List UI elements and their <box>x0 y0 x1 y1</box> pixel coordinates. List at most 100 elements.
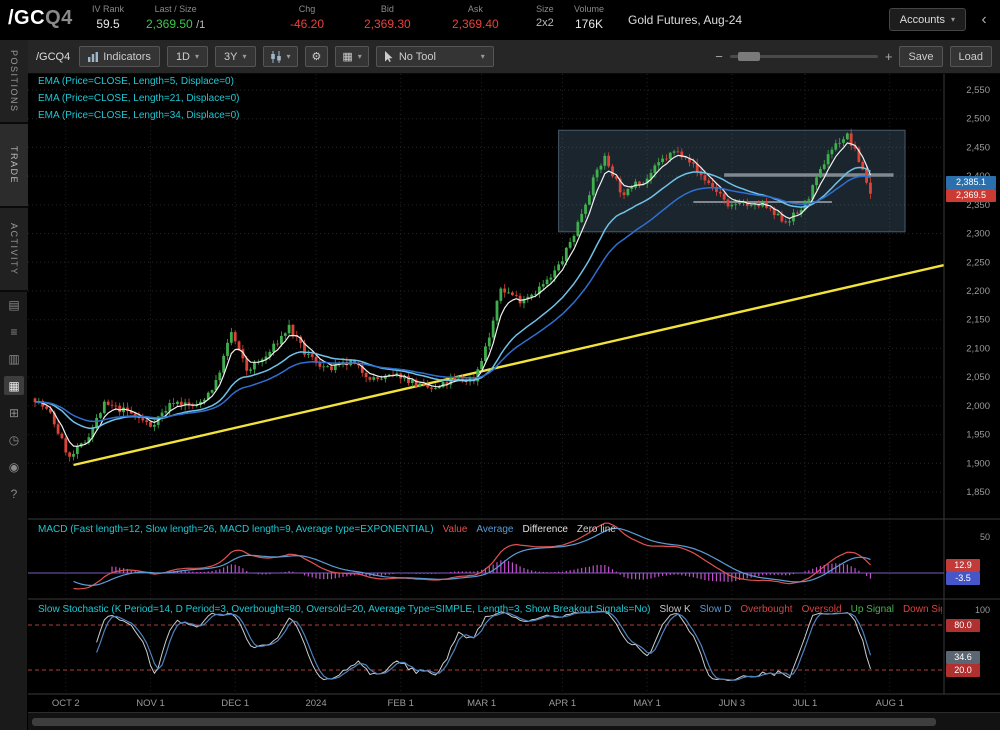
timeframe-dropdown[interactable]: 1D ▾ <box>166 46 209 67</box>
svg-text:1,950: 1,950 <box>966 430 990 441</box>
legend-item: Value <box>442 524 468 535</box>
list-icon[interactable]: ≡ <box>4 322 24 341</box>
chevron-left-icon: ‹ <box>981 10 987 28</box>
field-label: Ask <box>467 4 483 14</box>
apps-icon[interactable]: ⊞ <box>4 403 24 422</box>
stoch-study-row: Slow Stochastic (K Period=14, D Period=3… <box>38 604 942 615</box>
field-label: Volume <box>574 4 605 14</box>
study-label-ema21[interactable]: EMA (Price=CLOSE, Length=21, Displace=0) <box>38 93 240 104</box>
svg-text:NOV 1: NOV 1 <box>136 698 165 709</box>
svg-text:FEB 1: FEB 1 <box>388 698 414 709</box>
stoch-overbought-badge: 80.0 <box>946 619 980 632</box>
drawing-tool-dropdown[interactable]: No Tool ▾ <box>375 46 494 67</box>
svg-text:2,300: 2,300 <box>966 229 990 240</box>
chevron-down-icon: ▾ <box>242 52 247 61</box>
scrollbar-thumb[interactable] <box>32 718 936 726</box>
indicator-bars-icon <box>88 51 99 62</box>
horizontal-scrollbar[interactable] <box>28 712 1000 730</box>
chevron-down-icon: ▾ <box>195 52 200 61</box>
accounts-dropdown[interactable]: Accounts ▾ <box>888 8 966 31</box>
users-icon[interactable]: ◉ <box>4 457 24 476</box>
svg-text:2,150: 2,150 <box>966 315 990 326</box>
quote-header: /GCQ4 IV Rank 59.5 Last / Size 2,369.50 … <box>0 0 1000 40</box>
svg-text:AUG 1: AUG 1 <box>875 698 904 709</box>
stoch-oversold-badge: 20.0 <box>946 664 980 677</box>
svg-text:APR 1: APR 1 <box>549 698 576 709</box>
chart-type-dropdown[interactable]: ▾ <box>262 46 298 67</box>
clock-icon[interactable]: ◷ <box>4 430 24 449</box>
left-rail: POSITIONS TRADE ACTIVITY ▤ ≡ ▥ ▦ ⊞ ◷ ◉? <box>0 40 28 730</box>
sidebar-tab-activity[interactable]: ACTIVITY <box>0 208 28 292</box>
grid-layout-icon: ▦ <box>342 51 353 63</box>
field-label: Bid <box>380 4 394 14</box>
svg-text:JUL 1: JUL 1 <box>793 698 817 709</box>
study-label-ema5[interactable]: EMA (Price=CLOSE, Length=5, Displace=0) <box>38 76 234 87</box>
symbol-suffix: Q4 <box>45 7 73 29</box>
svg-text:2,550: 2,550 <box>966 85 990 96</box>
document-icon[interactable]: ▤ <box>4 295 24 314</box>
indicators-button[interactable]: Indicators <box>79 46 160 67</box>
load-button[interactable]: Load <box>949 46 992 67</box>
svg-text:2,500: 2,500 <box>966 114 990 125</box>
sidebar-tab-trade[interactable]: TRADE <box>0 124 28 208</box>
study-label-macd[interactable]: MACD (Fast length=12, Slow length=26, MA… <box>38 524 434 535</box>
svg-text:2,050: 2,050 <box>966 372 990 383</box>
collapse-panel-button[interactable]: ‹ <box>972 8 996 31</box>
trading-platform-window: /GCQ4 IV Rank 59.5 Last / Size 2,369.50 … <box>0 0 1000 730</box>
legend-item: Slow K <box>659 604 691 615</box>
macd-study-row: MACD (Fast length=12, Slow length=26, MA… <box>38 524 616 535</box>
zoom-in-button[interactable]: + <box>885 49 893 64</box>
chart-symbol-input[interactable]: /GCQ4 <box>36 51 70 63</box>
legend-item: Down Signal <box>902 604 942 615</box>
field-value: 2x2 <box>536 17 554 29</box>
zoom-slider-handle[interactable] <box>737 52 760 61</box>
range-value: 3Y <box>224 50 238 63</box>
last-size: /1 <box>196 19 206 31</box>
grid-small-icon[interactable]: ▥ <box>4 349 24 368</box>
field-value: 59.5 <box>96 17 120 31</box>
svg-text:50: 50 <box>980 532 990 542</box>
accounts-label: Accounts <box>899 13 945 26</box>
legend-item: Up Signal <box>850 604 894 615</box>
field-iv-rank: IV Rank 59.5 <box>92 4 124 31</box>
save-button[interactable]: Save <box>899 46 943 67</box>
svg-text:1,900: 1,900 <box>966 458 990 469</box>
range-dropdown[interactable]: 3Y ▾ <box>215 46 256 67</box>
sidebar-tab-positions[interactable]: POSITIONS <box>0 40 28 124</box>
field-bid: Bid 2,369.30 <box>364 4 411 31</box>
chart-settings-button[interactable]: ⚙ <box>304 46 329 67</box>
legend-item: Difference <box>522 524 568 535</box>
field-volume: Volume 176K <box>574 4 604 31</box>
layout-grid-dropdown[interactable]: ▦ ▾ <box>335 46 369 67</box>
field-last-size: Last / Size 2,369.50 /1 <box>146 4 205 31</box>
symbol-root: /GC <box>8 7 46 29</box>
legend-item: Overbought <box>740 604 793 615</box>
field-label: IV Rank <box>92 4 125 14</box>
svg-text:1,850: 1,850 <box>966 487 990 498</box>
svg-text:2,100: 2,100 <box>966 343 990 354</box>
chart-icon[interactable]: ▦ <box>4 376 24 395</box>
price-badge-last: 2,369.5 <box>946 189 996 202</box>
field-chg: Chg -46.20 <box>290 4 324 31</box>
svg-text:2,000: 2,000 <box>966 401 990 412</box>
macd-value-badge: 12.9 <box>946 559 980 572</box>
field-label: Size <box>536 4 554 14</box>
field-value: -46.20 <box>290 17 325 31</box>
chevron-down-icon: ▾ <box>286 52 291 61</box>
study-label-stochastic[interactable]: Slow Stochastic (K Period=14, D Period=3… <box>38 604 651 615</box>
legend-item: Average <box>476 524 514 535</box>
study-label-ema34[interactable]: EMA (Price=CLOSE, Length=34, Displace=0) <box>38 110 240 121</box>
svg-text:DEC 1: DEC 1 <box>221 698 249 709</box>
price-badge-upper: 2,385.1 <box>946 176 996 189</box>
svg-text:2024: 2024 <box>305 698 326 709</box>
field-value: 2,369.40 <box>452 17 499 31</box>
help-icon[interactable]: ? <box>4 484 24 503</box>
zoom-out-button[interactable]: − <box>715 49 723 64</box>
price-chart-canvas[interactable]: 2,5502,5002,4502,4002,3502,3002,2502,200… <box>28 74 1000 712</box>
gear-icon: ⚙ <box>311 51 322 63</box>
svg-text:2,200: 2,200 <box>966 286 990 297</box>
zoom-slider[interactable] <box>729 52 878 61</box>
rail-icon-list: ▤ ≡ ▥ ▦ ⊞ ◷ ◉? <box>0 295 28 503</box>
chart-toolbar: /GCQ4 Indicators 1D ▾ 3Y ▾ ▾ ⚙ ▦ ▾ No To… <box>28 40 1000 74</box>
contract-description: Gold Futures, Aug-24 <box>628 13 743 27</box>
